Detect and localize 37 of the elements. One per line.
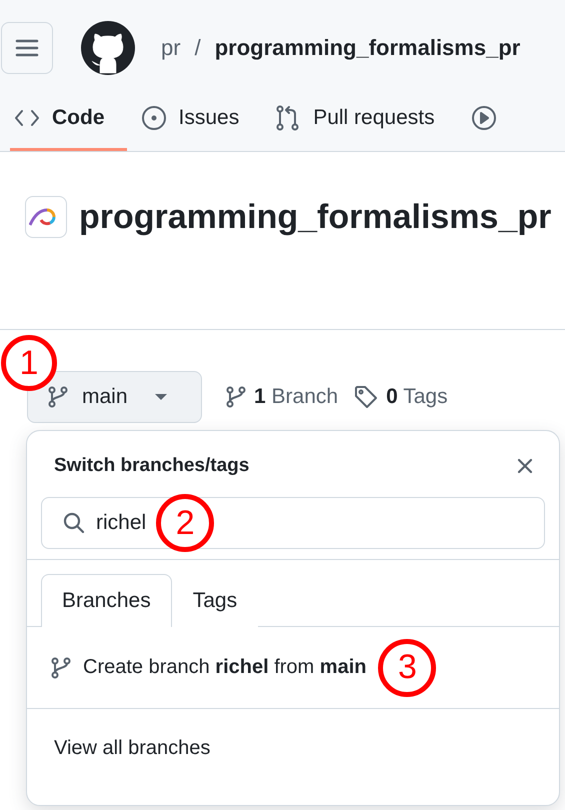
owner-link[interactable]: pr	[161, 34, 181, 60]
caret-icon	[154, 393, 168, 401]
menu-button[interactable]	[1, 22, 53, 74]
annotation-marker: 1	[1, 335, 57, 391]
create-branch-item[interactable]: Create branch richel from main	[83, 656, 366, 679]
repository-link[interactable]: programming_formalisms_pr	[214, 34, 520, 60]
branch-icon	[51, 656, 71, 678]
branch-count: 1 Branch	[254, 385, 338, 409]
menu-icon	[15, 38, 39, 56]
search-text: richel	[96, 511, 146, 535]
repository-title: programming_formalisms_pr	[79, 198, 552, 236]
close-button[interactable]	[515, 456, 535, 476]
breadcrumb-separator: /	[194, 34, 201, 60]
popover-title: Switch branches/tags	[54, 455, 250, 477]
octocat-logo-icon	[81, 20, 135, 74]
close-icon	[517, 458, 533, 474]
search-icon	[62, 511, 86, 535]
play-icon	[470, 104, 497, 130]
pull-request-icon	[275, 104, 302, 130]
nav-tab[interactable]: Pull requests	[271, 95, 457, 151]
tag-count-link[interactable]: 0 Tags	[354, 385, 448, 409]
branch-icon	[226, 386, 246, 408]
nav-tab[interactable]: Code	[10, 95, 126, 151]
popover-tab[interactable]: Branches	[41, 574, 172, 627]
repository-avatar	[25, 196, 67, 238]
issue-icon	[140, 104, 166, 130]
code-icon	[14, 108, 40, 128]
nav-tab[interactable]: Issues	[136, 95, 262, 151]
branch-count-link[interactable]: 1 Branch	[226, 385, 338, 409]
branch-icon	[48, 386, 68, 408]
annotation-marker: 3	[378, 638, 436, 696]
tag-count: 0 Tags	[386, 385, 448, 409]
annotation-marker: 2	[156, 494, 214, 552]
tag-icon	[354, 385, 378, 409]
branch-name: main	[82, 385, 128, 409]
search-field[interactable]: richel 2	[41, 497, 545, 549]
view-all-branches-link[interactable]: View all branches	[27, 709, 559, 788]
